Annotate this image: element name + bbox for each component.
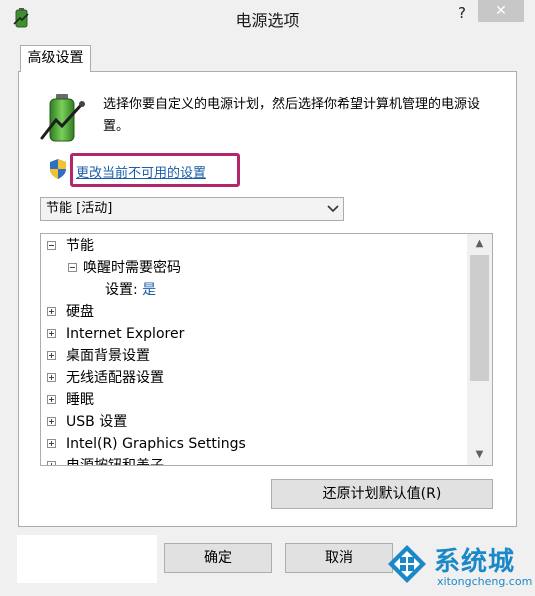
expand-icon[interactable]	[47, 351, 56, 360]
intro-text: 选择你要自定义的电源计划，然后选择你希望计算机管理的电源设置。	[103, 97, 481, 134]
uac-shield-icon	[50, 159, 66, 179]
power-plan-select-value: 节能 [活动]	[46, 201, 113, 216]
tree-item-label: 无线适配器设置	[66, 370, 164, 386]
tab-advanced-settings[interactable]: 高级设置	[20, 45, 91, 72]
tree-item-intel-graphics[interactable]: Intel(R) Graphics Settings	[47, 434, 246, 454]
tree-item-label: Intel(R) Graphics Settings	[66, 436, 246, 452]
tree-item-power-saver[interactable]: 节能	[47, 236, 94, 256]
tree-item-internet-explorer[interactable]: Internet Explorer	[47, 324, 184, 344]
power-plan-select[interactable]: 节能 [活动]	[40, 197, 344, 221]
collapse-icon[interactable]	[47, 241, 56, 250]
tree-item-hard-disk[interactable]: 硬盘	[47, 302, 94, 322]
expand-icon[interactable]	[47, 373, 56, 382]
close-button[interactable]: ✕	[478, 0, 524, 22]
tree-item-label: 唤醒时需要密码	[83, 260, 181, 276]
blank-area	[17, 535, 157, 583]
watermark: 系统城 xitongcheng.com	[380, 535, 535, 596]
watermark-url: xitongcheng.com	[437, 575, 533, 588]
tree-item-label: USB 设置	[66, 414, 128, 430]
help-button[interactable]: ?	[452, 2, 472, 24]
tree-scrollbar[interactable]: ▲ ▼	[467, 234, 492, 465]
scroll-up-icon[interactable]: ▲	[467, 234, 492, 254]
tree-item-label: 电源按钮和盖子	[66, 458, 164, 466]
tree-item-password-on-wake[interactable]: 唤醒时需要密码	[68, 258, 181, 278]
collapse-icon[interactable]	[68, 263, 77, 272]
expand-icon[interactable]	[47, 307, 56, 316]
tree-item-usb-settings[interactable]: USB 设置	[47, 412, 127, 432]
watermark-brand: 系统城	[434, 547, 516, 577]
tree-item-sleep[interactable]: 睡眠	[47, 390, 94, 410]
expand-icon[interactable]	[47, 439, 56, 448]
expand-icon[interactable]	[47, 395, 56, 404]
setting-value[interactable]: 是	[142, 282, 156, 298]
expand-icon[interactable]	[47, 461, 56, 465]
chevron-down-icon	[327, 205, 339, 213]
restore-defaults-button[interactable]: 还原计划默认值(R)	[271, 479, 493, 509]
tree-item-setting[interactable]: 设置: 是	[105, 280, 156, 300]
scroll-thumb[interactable]	[470, 255, 489, 381]
expand-icon[interactable]	[47, 417, 56, 426]
tree-item-label: 桌面背景设置	[66, 348, 150, 364]
ok-button[interactable]: 确定	[164, 543, 272, 573]
tree-item-power-buttons[interactable]: 电源按钮和盖子	[47, 456, 164, 466]
battery-plan-icon	[40, 94, 85, 142]
windows-logo-icon	[388, 545, 426, 583]
change-unavailable-settings-link[interactable]: 更改当前不可用的设置	[76, 162, 206, 181]
setting-label: 设置:	[105, 282, 138, 298]
expand-icon[interactable]	[47, 329, 56, 338]
tree-item-wireless-adapter[interactable]: 无线适配器设置	[47, 368, 164, 388]
tree-item-label: Internet Explorer	[66, 326, 185, 342]
title-bar: 电源选项 ? ✕	[0, 0, 535, 34]
cancel-button[interactable]: 取消	[285, 543, 393, 573]
tree-item-desktop-background[interactable]: 桌面背景设置	[47, 346, 150, 366]
power-options-dialog: 电源选项 ? ✕ 高级设置 选择你要自定义的电源计划，然后选择你希望计算机管理的…	[0, 0, 535, 596]
scroll-down-icon[interactable]: ▼	[467, 445, 492, 465]
power-settings-tree[interactable]: 节能 唤醒时需要密码 设置: 是 硬盘 Internet Explorer 桌面…	[40, 233, 493, 466]
